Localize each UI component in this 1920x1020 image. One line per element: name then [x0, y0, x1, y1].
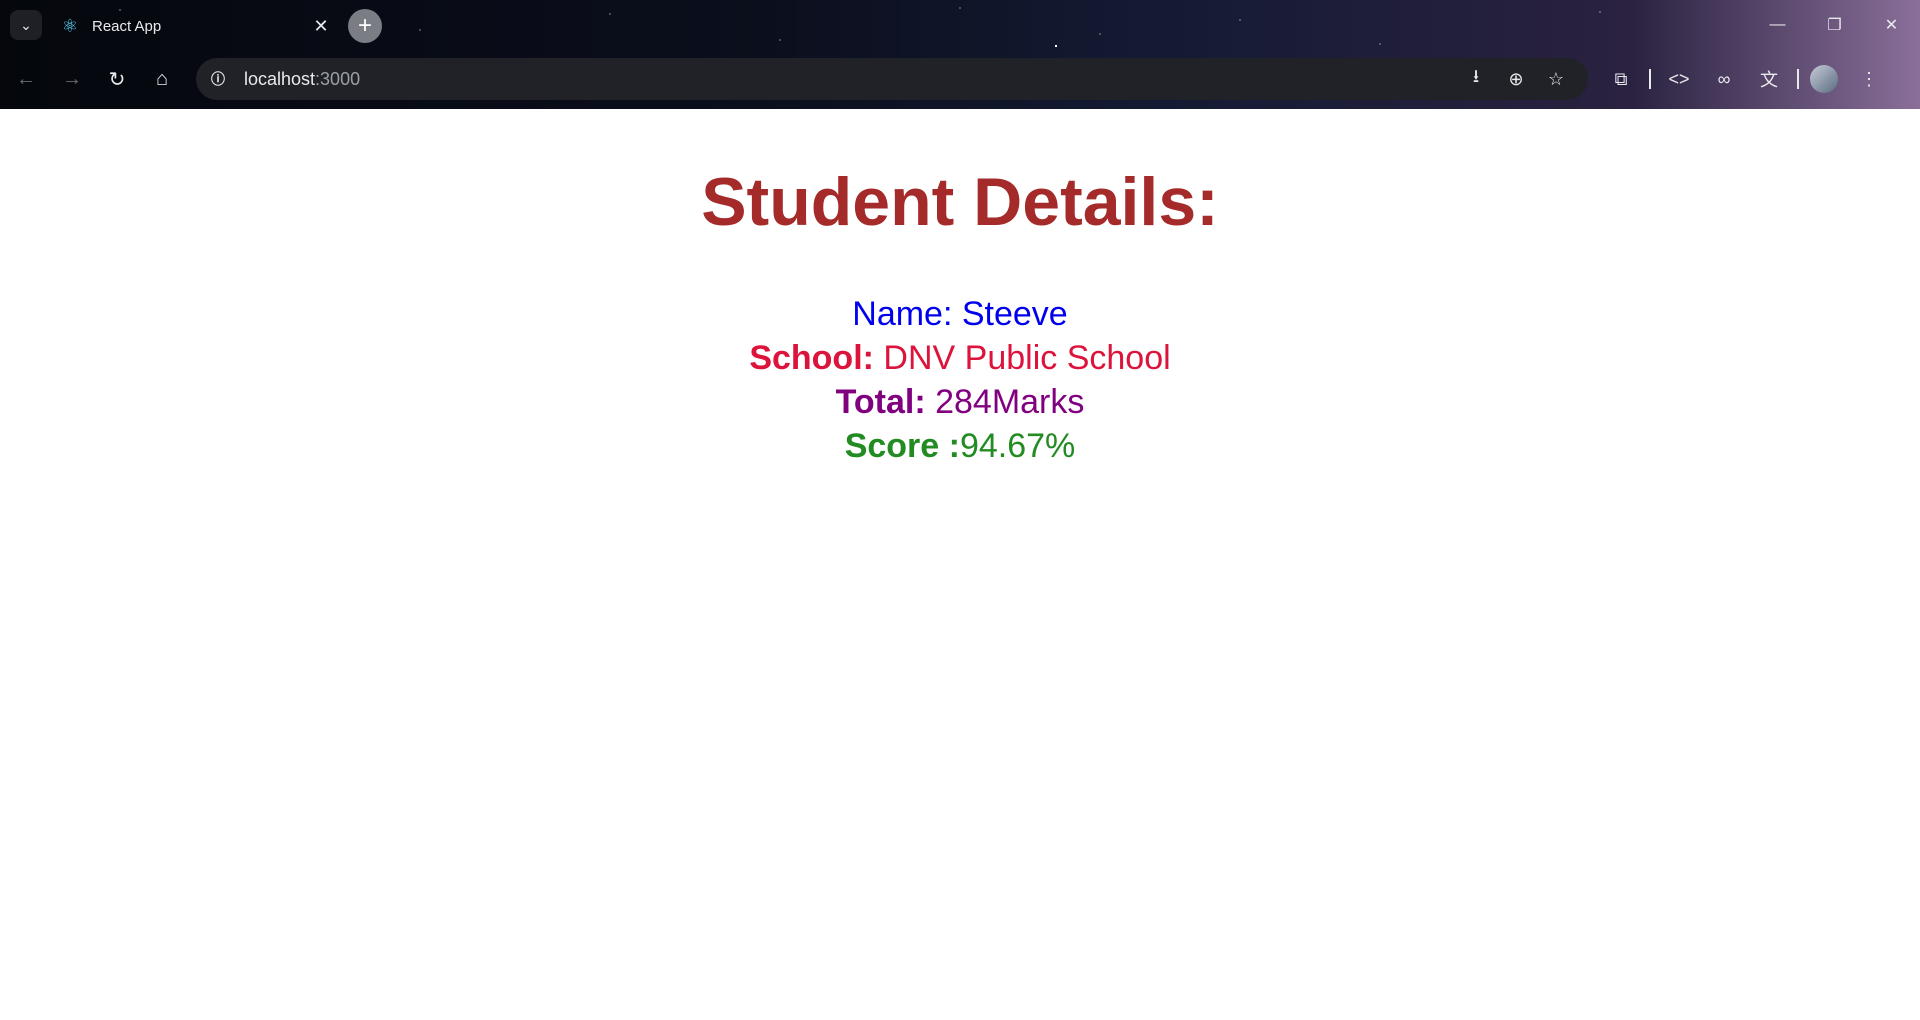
- install-app-button[interactable]: ⭳: [1460, 63, 1492, 95]
- window-controls: — ❐ ✕: [1749, 0, 1920, 50]
- tab-search-button[interactable]: ⌄: [10, 10, 42, 40]
- chevron-down-icon: ⌄: [20, 16, 32, 33]
- url-port: :3000: [315, 68, 361, 89]
- plus-icon: +: [357, 12, 372, 39]
- restore-button[interactable]: ❐: [1806, 0, 1863, 50]
- browser-menu-button[interactable]: ⋮: [1852, 63, 1886, 95]
- url-host: localhost: [244, 68, 316, 89]
- forward-button[interactable]: →: [56, 63, 88, 95]
- page-content: Student Details: Name: Steeve School: DN…: [0, 109, 1920, 1020]
- extensions-button[interactable]: ⧉: [1604, 63, 1638, 95]
- reload-button[interactable]: ↻: [101, 63, 133, 95]
- star-icon: ☆: [1547, 68, 1565, 89]
- react-logo-icon: ⚛: [61, 15, 79, 36]
- browser-toolbar: ← → ↻ ⌂ ⓘ localhost:3000 ⭳ ⊕ ☆ ⧉ <> ∞ 文…: [0, 54, 1920, 104]
- home-icon: ⌂: [155, 67, 169, 90]
- link-icon: ∞: [1717, 68, 1731, 89]
- browser-chrome: ⌄ ⚛ React App ✕ + — ❐ ✕ ← → ↻ ⌂ ⓘ localh…: [0, 0, 1920, 109]
- close-icon[interactable]: ✕: [310, 15, 332, 37]
- score-value: 94.67%: [959, 426, 1076, 465]
- site-info-button[interactable]: ⓘ: [204, 65, 232, 93]
- zoom-button[interactable]: ⊕: [1500, 63, 1532, 95]
- address-bar[interactable]: ⓘ localhost:3000 ⭳ ⊕ ☆: [196, 58, 1588, 100]
- tab-react-app[interactable]: ⚛ React App ✕: [50, 6, 340, 46]
- link-button[interactable]: ∞: [1707, 63, 1741, 95]
- install-app-icon: ⭳: [1472, 66, 1480, 86]
- zoom-icon: ⊕: [1508, 68, 1524, 89]
- name-label: Name:: [852, 294, 953, 333]
- new-tab-button[interactable]: +: [348, 9, 382, 43]
- omnibox-actions: ⭳ ⊕ ☆: [1452, 63, 1572, 95]
- window-close-button[interactable]: ✕: [1863, 0, 1920, 50]
- translate-button[interactable]: 文: [1752, 63, 1786, 95]
- total-label: Total:: [835, 382, 926, 421]
- school-value: DNV Public School: [873, 338, 1171, 377]
- toolbar-divider: [1649, 69, 1651, 89]
- translate-icon: 文: [1760, 70, 1778, 90]
- arrow-right-icon: →: [62, 67, 82, 90]
- devtools-button[interactable]: <>: [1662, 63, 1696, 95]
- toolbar-divider: [1797, 69, 1799, 89]
- detail-row-school: School: DNV Public School: [0, 336, 1920, 380]
- toolbar-actions: ⧉ <> ∞ 文 ⋮: [1604, 63, 1897, 95]
- school-label: School:: [749, 338, 874, 377]
- minimize-button[interactable]: —: [1749, 0, 1806, 50]
- page-title: Student Details:: [701, 164, 1219, 240]
- avatar[interactable]: [1810, 65, 1838, 93]
- student-details: Name: Steeve School: DNV Public School T…: [0, 292, 1920, 468]
- home-button[interactable]: ⌂: [146, 63, 178, 95]
- detail-row-total: Total: 284Marks: [0, 380, 1920, 424]
- score-label: Score :: [844, 426, 960, 465]
- detail-row-name: Name: Steeve: [0, 292, 1920, 336]
- tab-title: React App: [92, 17, 162, 35]
- tab-strip: ⌄ ⚛ React App ✕ + — ❐ ✕: [0, 0, 1920, 50]
- bookmark-button[interactable]: ☆: [1540, 63, 1572, 95]
- total-value: 284Marks: [925, 382, 1085, 421]
- back-button[interactable]: ←: [10, 63, 42, 95]
- reload-icon: ↻: [108, 68, 126, 91]
- detail-row-score: Score :94.67%: [0, 424, 1920, 468]
- arrow-left-icon: ←: [16, 67, 36, 90]
- code-icon: <>: [1668, 68, 1690, 89]
- name-value: Steeve: [952, 294, 1068, 333]
- info-icon: ⓘ: [211, 71, 225, 87]
- more-vertical-icon: ⋮: [1860, 68, 1878, 89]
- puzzle-icon: ⧉: [1614, 68, 1628, 89]
